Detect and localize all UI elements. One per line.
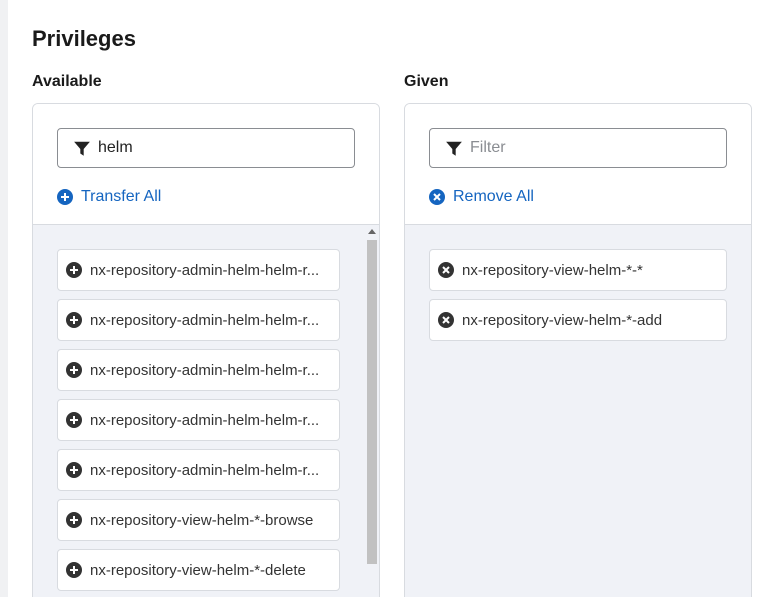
privileges-title: Privileges [32,26,136,51]
add-circle-icon[interactable] [66,262,82,278]
given-item[interactable]: nx-repository-view-helm-*-* [429,249,727,291]
item-label: nx-repository-admin-helm-helm-r... [90,461,320,479]
available-item[interactable]: nx-repository-admin-helm-helm-r... [57,399,340,441]
given-list: nx-repository-view-helm-*-* nx-repositor… [429,249,727,349]
add-circle-icon[interactable] [66,362,82,378]
item-label: nx-repository-view-helm-*-add [462,311,663,329]
available-list: nx-repository-admin-helm-helm-r... nx-re… [57,249,340,597]
item-label: nx-repository-admin-helm-helm-r... [90,311,320,329]
add-circle-icon[interactable] [66,512,82,528]
scroll-up-arrow-icon[interactable] [368,229,376,234]
scrollbar-thumb[interactable] [367,240,377,564]
available-item[interactable]: nx-repository-admin-helm-helm-r... [57,299,340,341]
filter-icon [74,141,90,156]
available-item[interactable]: nx-repository-view-helm-*-browse [57,499,340,541]
remove-all-button[interactable]: Remove All [429,186,534,208]
available-label: Available [32,73,102,90]
available-list-area: nx-repository-admin-helm-helm-r... nx-re… [33,225,379,597]
given-filter-input[interactable] [470,129,720,167]
add-circle-icon[interactable] [66,562,82,578]
add-circle-icon[interactable] [66,412,82,428]
available-scrollbar[interactable] [366,225,378,597]
available-filter-field[interactable] [57,128,355,168]
page-gutter [0,0,8,597]
remove-circle-icon[interactable] [438,262,454,278]
available-item[interactable]: nx-repository-admin-helm-helm-r... [57,349,340,391]
item-label: nx-repository-view-helm-*-browse [90,511,314,529]
item-label: nx-repository-view-helm-*-delete [90,561,306,579]
item-label: nx-repository-admin-helm-helm-r... [90,361,320,379]
given-panel-header: Remove All [405,104,751,225]
remove-circle-icon [429,189,445,205]
available-item[interactable]: nx-repository-admin-helm-helm-r... [57,249,340,291]
transfer-all-label: Transfer All [81,188,162,205]
add-circle-icon[interactable] [66,462,82,478]
remove-all-label: Remove All [453,188,534,205]
available-filter-input[interactable] [98,129,348,167]
item-label: nx-repository-admin-helm-helm-r... [90,261,320,279]
add-circle-icon[interactable] [66,312,82,328]
available-panel-header: Transfer All [33,104,379,225]
given-label: Given [404,73,449,90]
remove-circle-icon[interactable] [438,312,454,328]
given-list-area: nx-repository-view-helm-*-* nx-repositor… [405,225,751,597]
filter-icon [446,141,462,156]
given-item[interactable]: nx-repository-view-helm-*-add [429,299,727,341]
transfer-all-button[interactable]: Transfer All [57,186,161,208]
given-filter-field[interactable] [429,128,727,168]
item-label: nx-repository-admin-helm-helm-r... [90,411,320,429]
given-panel: Remove All nx-repository-view-helm-*-* n… [404,103,752,597]
plus-circle-icon [57,189,73,205]
available-item[interactable]: nx-repository-view-helm-*-delete [57,549,340,591]
item-label: nx-repository-view-helm-*-* [462,261,643,279]
available-item[interactable]: nx-repository-admin-helm-helm-r... [57,449,340,491]
available-panel: Transfer All nx-repository-admin-helm-he… [32,103,380,597]
